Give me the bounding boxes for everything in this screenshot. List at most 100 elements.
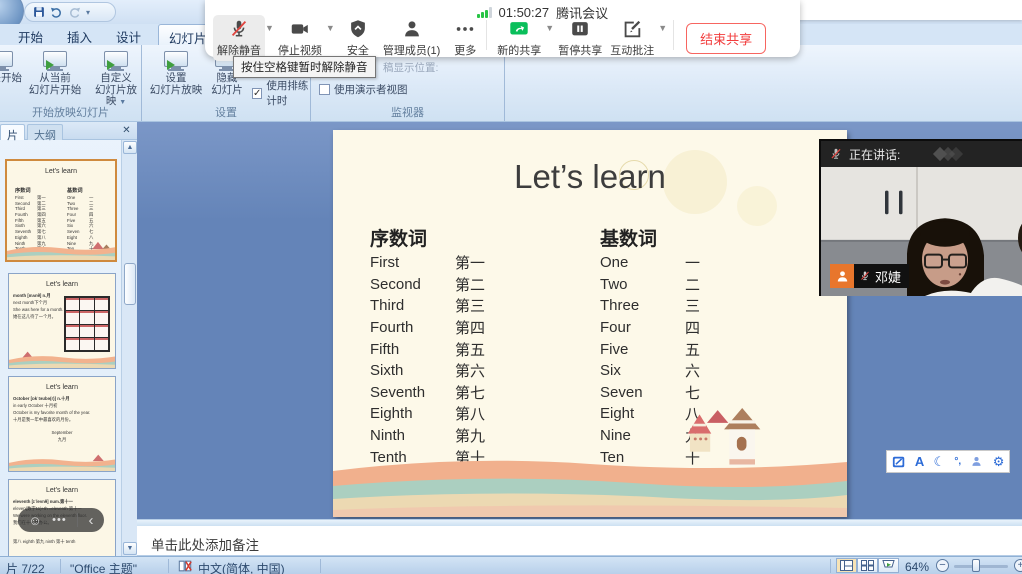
smiley-icon[interactable]: ☺ [28, 513, 41, 528]
close-panel-icon[interactable]: ✕ [120, 125, 133, 138]
video-dropdown-icon[interactable]: ▼ [326, 23, 335, 33]
from-current-label-2: 幻灯片开始 [29, 85, 82, 96]
reactions-mini-bar[interactable]: ☺ ••• ‹ [18, 508, 104, 532]
qat-customize-icon[interactable]: ▾ [86, 8, 90, 17]
scroll-up-icon[interactable]: ▲ [123, 141, 137, 154]
thumbnail-scrollbar[interactable]: ▲ ▼ [121, 140, 137, 556]
current-slide[interactable]: Let’s learn 序数词 First 第一 Second 第二 [333, 130, 847, 517]
thumb-line: 十月是我一年中最喜欢的月份。 [9, 416, 115, 423]
show-position-disabled: 稿显示位置: [383, 60, 438, 75]
ime-person-icon[interactable] [970, 455, 983, 468]
custom-slideshow-button[interactable]: 自定义 幻灯片放映 ▼ [90, 50, 142, 108]
spellcheck-icon[interactable] [178, 559, 192, 573]
scroll-down-icon[interactable]: ▼ [123, 542, 137, 555]
ribbon-tab[interactable]: 设计 [104, 24, 153, 45]
vocab-zh: 六 [685, 360, 700, 381]
unmute-dropdown-icon[interactable]: ▼ [265, 23, 274, 33]
zoom-out-button[interactable]: − [936, 559, 949, 572]
vocab-row: First 第一 [370, 252, 485, 274]
presenter-view-checkbox[interactable]: 使用演示者视图 [319, 82, 408, 97]
scrollbar-thumb[interactable] [124, 263, 136, 305]
ribbon-tab[interactable]: 插入 [55, 24, 104, 45]
thumb-title: Let's learn [7, 168, 115, 175]
moon-icon[interactable]: ☾ [934, 454, 946, 470]
ime-language-bar[interactable]: A ☾ °, ⚙ [886, 450, 1010, 473]
tab-slides[interactable]: 片 [0, 124, 25, 140]
save-icon[interactable] [33, 6, 45, 18]
language-indicator[interactable]: 中文(简体, 中国) [198, 560, 285, 574]
participant-name-badge: 邓婕 [854, 264, 909, 288]
redo-icon[interactable] [68, 6, 81, 19]
from-current-slide-button[interactable]: 从当前 幻灯片开始 [22, 50, 88, 96]
meeting-buttons-row: 解除静音 ▼ 停止视频 ▼ 安全 管理成员(1) 更多 [213, 15, 768, 61]
zoom-slider-track[interactable] [954, 565, 1008, 568]
mini-col1-header: 序数词 [15, 187, 46, 194]
annotate-button[interactable]: 互动批注 [606, 15, 658, 61]
houses-decoration [685, 408, 793, 472]
ime-letter-icon[interactable]: A [915, 454, 924, 469]
thumb-waves-decoration [9, 350, 115, 368]
vocab-row: Sixth 第六 [370, 360, 485, 382]
annotate-label: 互动批注 [610, 42, 654, 58]
vocab-row: Fifth 第五 [370, 338, 485, 360]
mini-col2-header: 基数词 [67, 187, 93, 194]
ordinals-header: 序数词 [370, 224, 485, 252]
status-bar: 片 7/22 "Office 主题" 中文(简体, 中国) 64% − + [0, 556, 1022, 574]
annotate-dropdown-icon[interactable]: ▼ [658, 23, 667, 33]
ime-settings-icon[interactable]: ⚙ [993, 454, 1005, 470]
collapse-icon[interactable]: ‹ [89, 512, 94, 529]
more-button[interactable]: 更多 [450, 15, 480, 61]
vocab-en: Seventh [370, 384, 455, 401]
unmute-button[interactable]: 解除静音 [213, 15, 265, 61]
tab-outline[interactable]: 大纲 [27, 124, 63, 140]
thumb-title: Let's learn [9, 487, 115, 494]
vocab-row: Fourth 第四 [370, 317, 485, 339]
meeting-video-panel[interactable]: 正在讲话: 邓婕 [819, 139, 1022, 296]
zoom-slider-thumb[interactable] [972, 559, 980, 572]
thumbnail-slide-7-selected[interactable]: Let's learn 序数词 First第一Second第二Third第三Fo… [5, 159, 117, 262]
setup-label-2: 幻灯片放映 [150, 85, 203, 96]
setup-label-1: 设置 [166, 73, 187, 84]
vocab-en: One [600, 254, 685, 271]
from-current-label-1: 从当前 [39, 73, 71, 84]
participant-badge-icon [830, 264, 854, 288]
vocab-en: Fourth [370, 319, 455, 336]
slideshow-view-button[interactable] [878, 558, 899, 573]
vocab-zh: 第一 [455, 252, 485, 273]
vocab-en: Eight [600, 405, 685, 422]
pen-annotate-icon [621, 18, 643, 40]
zoom-in-button[interactable]: + [1014, 559, 1022, 572]
end-share-button[interactable]: 结束共享 [686, 23, 766, 54]
vocab-zh: 第五 [455, 339, 485, 360]
pause-share-button[interactable]: 暂停共享 [554, 15, 606, 61]
vocab-row: Ninth 第九 [370, 425, 485, 447]
normal-view-button[interactable] [836, 558, 857, 573]
slide-title: Let’s learn [333, 158, 847, 196]
security-button[interactable]: 安全 [343, 15, 373, 61]
notes-splitter[interactable] [137, 519, 1022, 526]
slideshow-icon [103, 50, 129, 72]
stop-video-button[interactable]: 停止视频 [274, 15, 326, 61]
thumbnail-slide-october[interactable]: Let's learn October [ɒkˈtəʊbə(r)] n.十月 i… [8, 376, 116, 472]
normal-view-icon [840, 560, 853, 571]
slide-sorter-view-button[interactable] [857, 558, 878, 573]
vocab-en: Ninth [370, 427, 455, 444]
theme-indicator[interactable]: "Office 主题" [70, 560, 137, 574]
vocab-zh: 第二 [455, 274, 485, 295]
notes-pane[interactable]: 单击此处添加备注 [137, 526, 1022, 556]
vocab-en: Second [370, 276, 455, 293]
thumbnail-slide-month[interactable]: Let's learn month [mʌnθ] n.月 next month下… [8, 273, 116, 369]
manage-members-button[interactable]: 管理成员(1) [379, 15, 444, 61]
more-label: 更多 [454, 42, 476, 58]
toolbar-divider [486, 20, 487, 50]
undo-icon[interactable] [50, 6, 63, 19]
more-reactions-icon[interactable]: ••• [52, 514, 67, 526]
punctuation-icon[interactable]: °, [954, 456, 961, 467]
group-label-setup: 设置 [142, 104, 310, 120]
handwriting-icon[interactable] [892, 455, 906, 469]
thumb-waves-decoration [7, 240, 115, 260]
share-dropdown-icon[interactable]: ▼ [545, 23, 554, 33]
new-share-button[interactable]: 新的共享 [493, 15, 545, 61]
setup-slideshow-button[interactable]: 设置 幻灯片放映 [146, 50, 206, 96]
ribbon-tab[interactable]: 开始 [6, 24, 55, 45]
